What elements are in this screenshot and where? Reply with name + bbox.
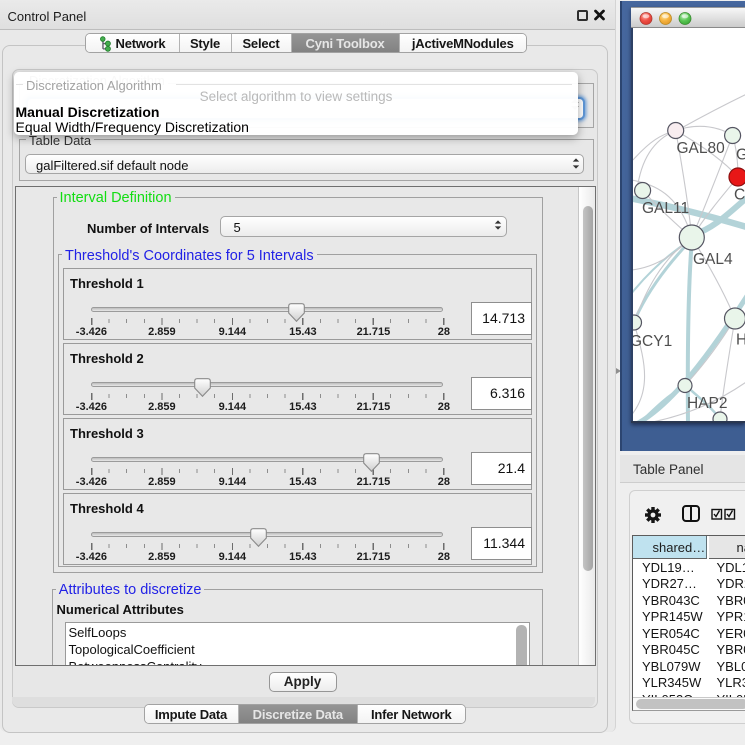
svg-text:CYC1: CYC1 [734, 187, 745, 204]
svg-text:GCY1: GCY1 [633, 333, 672, 350]
svg-text:GAL4: GAL4 [693, 251, 733, 268]
svg-text:GAL80: GAL80 [677, 140, 726, 157]
svg-text:GAL3: GAL3 [736, 147, 745, 164]
svg-text:HIS7: HIS7 [736, 332, 745, 349]
svg-text:GAL11: GAL11 [642, 200, 689, 217]
svg-text:HAP2: HAP2 [687, 395, 728, 412]
